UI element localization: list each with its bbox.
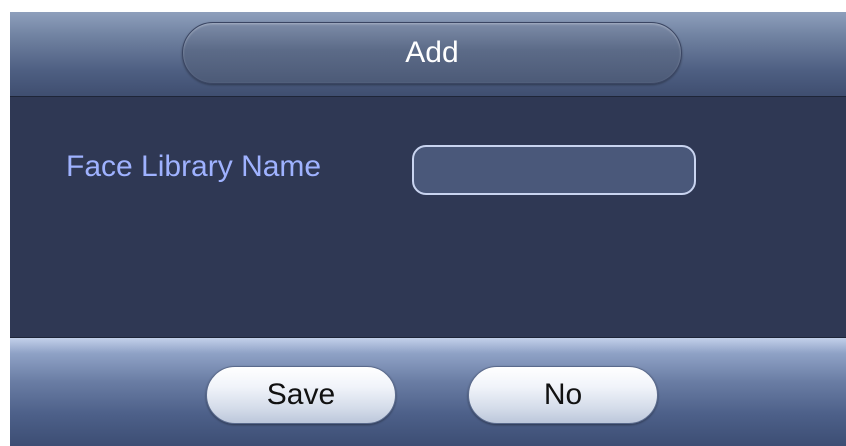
dialog-footer: Save No bbox=[10, 337, 846, 446]
no-button[interactable]: No bbox=[468, 366, 658, 424]
dialog-title: Add bbox=[405, 36, 459, 69]
dialog-titlebar: Add bbox=[10, 12, 846, 97]
title-pill: Add bbox=[182, 22, 682, 84]
save-button[interactable]: Save bbox=[206, 366, 396, 424]
add-face-library-dialog: Add Face Library Name Save No bbox=[10, 12, 846, 446]
dialog-content: Face Library Name bbox=[10, 97, 846, 337]
face-library-name-label: Face Library Name bbox=[66, 150, 322, 183]
face-library-name-input[interactable] bbox=[412, 145, 696, 195]
